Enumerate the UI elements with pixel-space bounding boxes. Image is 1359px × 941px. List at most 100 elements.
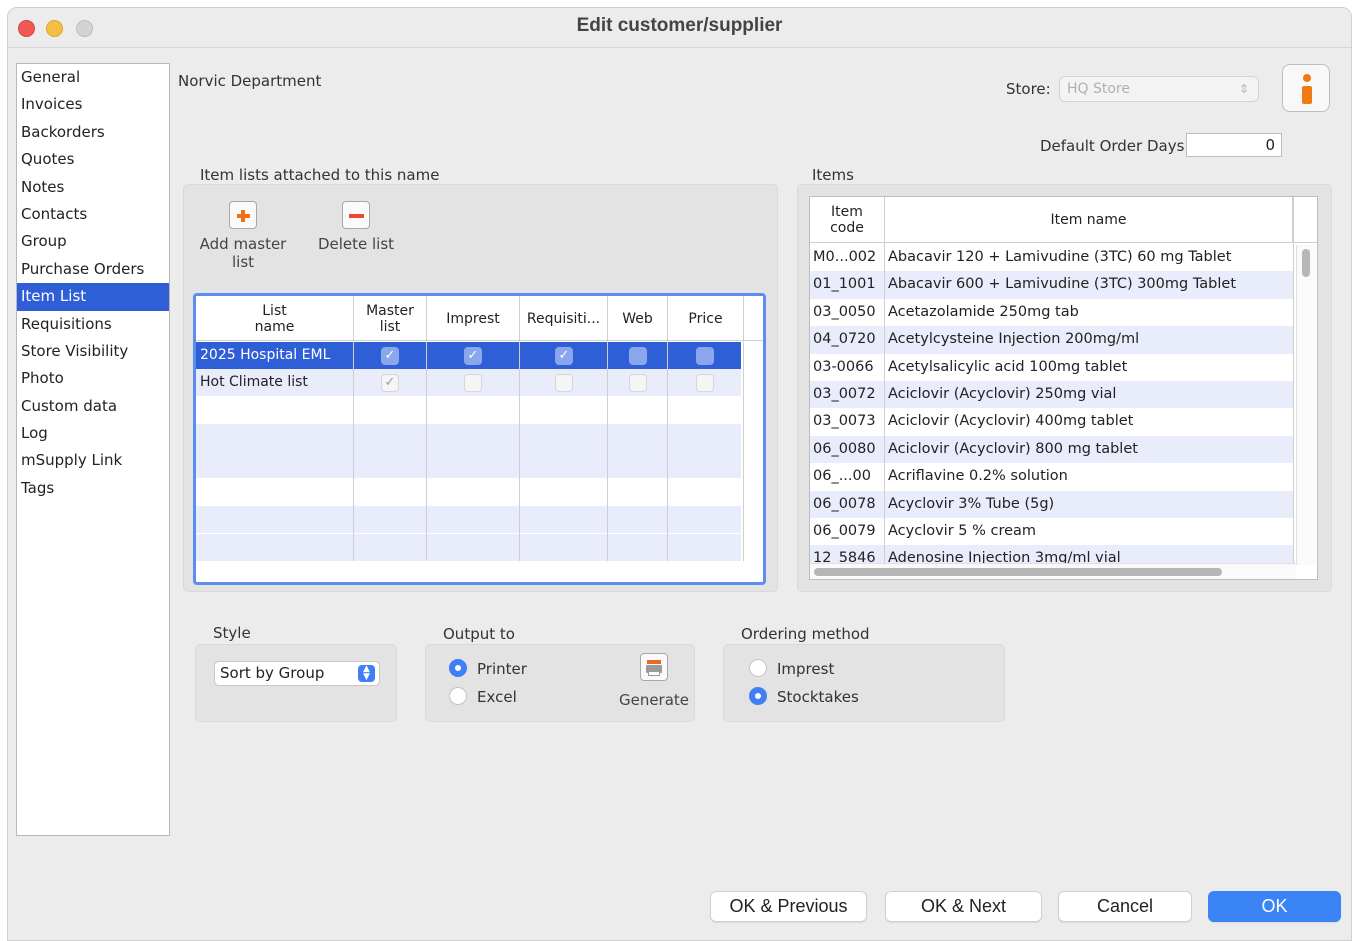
web-checkbox[interactable] [629, 347, 647, 365]
sidebar-item-item-list[interactable]: Item List [17, 283, 169, 311]
requisition-checkbox[interactable] [555, 374, 573, 392]
item-lists-table[interactable]: List name Master list Imprest Requisiti...… [193, 293, 766, 585]
delete-list-button[interactable]: Delete list [314, 201, 398, 253]
info-icon [1303, 74, 1311, 82]
table-row[interactable]: 03_0072 Aciclovir (Acyclovir) 250mg vial [810, 381, 1293, 409]
style-select-value: Sort by Group [220, 664, 325, 682]
item-code-cell: 03_0073 [813, 413, 876, 430]
column-header-item-name[interactable]: Item name [885, 197, 1293, 243]
item-code-cell: 03_0072 [813, 386, 876, 402]
info-button[interactable] [1282, 64, 1330, 112]
table-row[interactable]: 04_0720 Acetylcysteine Injection 200mg/m… [810, 326, 1293, 354]
vertical-scroll-thumb[interactable] [1302, 249, 1310, 277]
style-select[interactable]: Sort by Group ▲ ▼ [214, 661, 380, 686]
table-row[interactable]: 06_0079 Acyclovir 5 % cream [810, 518, 1293, 545]
imprest-radio[interactable]: Imprest [749, 658, 834, 679]
sidebar-item-quotes[interactable]: Quotes [17, 146, 169, 173]
table-row[interactable]: 03_0073 Aciclovir (Acyclovir) 400mg tabl… [810, 408, 1293, 435]
stocktakes-radio[interactable]: Stocktakes [749, 686, 859, 707]
imprest-checkbox[interactable]: ✓ [464, 347, 482, 365]
excel-radio[interactable]: Excel [449, 686, 517, 707]
delete-list-label: Delete list [317, 235, 395, 253]
sidebar-item-store-visibility[interactable]: Store Visibility [17, 338, 169, 365]
horizontal-scroll-thumb[interactable] [814, 568, 1222, 576]
sidebar-item-invoices[interactable]: Invoices [17, 91, 169, 118]
sidebar-item-msupply-link[interactable]: mSupply Link [17, 447, 169, 474]
add-icon [229, 201, 257, 229]
item-name-cell: Aciclovir (Acyclovir) 250mg vial [888, 386, 1117, 402]
sidebar-item-backorders[interactable]: Backorders [17, 119, 169, 146]
radio-unselected-icon [749, 658, 767, 677]
ok-previous-button[interactable]: OK & Previous [710, 891, 867, 922]
item-lists-table-header: List name Master list Imprest Requisiti...… [196, 296, 763, 341]
column-header-list-name[interactable]: List name [196, 296, 354, 341]
sidebar-item-group[interactable]: Group [17, 228, 169, 255]
style-label: Style [213, 624, 251, 642]
item-name-cell: Abacavir 120 + Lamivudine (3TC) 60 mg Ta… [888, 249, 1232, 265]
items-table[interactable]: Item code Item name M0...002 Abacavir 120… [809, 196, 1318, 580]
add-master-list-button[interactable]: Add master list [198, 201, 288, 271]
radio-unselected-icon [449, 686, 467, 705]
column-header-web[interactable]: Web [608, 296, 668, 341]
items-vertical-scrollbar[interactable] [1296, 245, 1316, 565]
ordering-method-group [723, 644, 1005, 722]
price-checkbox[interactable] [696, 347, 714, 365]
price-checkbox[interactable] [696, 374, 714, 392]
printer-icon [640, 653, 668, 681]
requisition-checkbox[interactable]: ✓ [555, 347, 573, 365]
generate-button[interactable]: Generate [614, 653, 694, 709]
column-header-item-code[interactable]: Item code [810, 197, 885, 243]
store-label: Store: [1006, 80, 1051, 98]
table-row[interactable]: 06_0080 Aciclovir (Acyclovir) 800 mg tab… [810, 435, 1293, 464]
table-row[interactable]: 01_1001 Abacavir 600 + Lamivudine (3TC) … [810, 271, 1293, 299]
ok-button[interactable]: OK [1208, 891, 1341, 922]
printer-radio[interactable]: Printer [449, 658, 527, 679]
default-order-days-label: Default Order Days [1040, 137, 1185, 155]
list-name-cell: Hot Climate list [200, 374, 308, 390]
item-lists-group-label: Item lists attached to this name [200, 166, 440, 184]
sidebar-item-custom-data[interactable]: Custom data [17, 393, 169, 420]
generate-label: Generate [618, 691, 690, 709]
column-header-imprest[interactable]: Imprest [427, 296, 520, 341]
item-name-cell: Acetylsalicylic acid 100mg tablet [888, 358, 1128, 375]
table-row[interactable]: 06_0078 Acyclovir 3% Tube (5g) [810, 490, 1293, 518]
item-name-cell: Acyclovir 5 % cream [888, 523, 1037, 539]
sidebar-item-log[interactable]: Log [17, 420, 169, 447]
table-row[interactable]: 06_...00 Acriflavine 0.2% solution [810, 463, 1293, 490]
column-header-master-list[interactable]: Master list [354, 296, 427, 341]
add-master-list-label-1: Add master [199, 235, 287, 253]
sidebar-item-notes[interactable]: Notes [17, 174, 169, 201]
sidebar-item-purchase-orders[interactable]: Purchase Orders [17, 256, 169, 283]
table-row[interactable]: M0...002 Abacavir 120 + Lamivudine (3TC)… [810, 244, 1293, 271]
sidebar-item-general[interactable]: General [17, 64, 169, 91]
table-row[interactable]: 2025 Hospital EML ✓ ✓ ✓ [196, 342, 741, 370]
item-name-cell: Abacavir 600 + Lamivudine (3TC) 300mg Ta… [888, 276, 1237, 293]
item-code-cell: 06_0078 [813, 495, 876, 512]
store-select[interactable]: HQ Store ⇕ [1059, 76, 1259, 102]
sidebar-item-contacts[interactable]: Contacts [17, 201, 169, 228]
cancel-button[interactable]: Cancel [1058, 891, 1192, 922]
master-list-checkbox[interactable]: ✓ [381, 374, 399, 392]
table-row[interactable]: 03-0066 Acetylsalicylic acid 100mg table… [810, 354, 1293, 381]
web-checkbox[interactable] [629, 374, 647, 392]
column-header-requisition[interactable]: Requisiti... [520, 296, 608, 341]
add-master-list-label-2: list [231, 253, 255, 271]
sidebar-item-requisitions[interactable]: Requisitions [17, 311, 169, 338]
master-list-checkbox[interactable]: ✓ [381, 347, 399, 365]
item-code-cell: 06_...00 [813, 468, 871, 485]
table-row[interactable]: Hot Climate list ✓ [196, 369, 741, 397]
sidebar-item-tags[interactable]: Tags [17, 475, 169, 502]
sidebar-item-photo[interactable]: Photo [17, 365, 169, 392]
items-horizontal-scrollbar[interactable] [810, 563, 1296, 579]
item-name-cell: Acetazolamide 250mg tab [888, 303, 1079, 320]
imprest-checkbox[interactable] [464, 374, 482, 392]
ok-next-button[interactable]: OK & Next [885, 891, 1042, 922]
output-to-label: Output to [443, 625, 515, 643]
default-order-days-input[interactable]: 0 [1186, 133, 1282, 157]
item-name-cell: Acetylcysteine Injection 200mg/ml [888, 331, 1140, 348]
item-code-cell: 06_0079 [813, 523, 876, 539]
table-row[interactable]: 03_0050 Acetazolamide 250mg tab [810, 299, 1293, 326]
radio-selected-icon [449, 658, 467, 677]
column-header-price[interactable]: Price [668, 296, 744, 341]
item-name-cell: Aciclovir (Acyclovir) 400mg tablet [888, 413, 1134, 430]
